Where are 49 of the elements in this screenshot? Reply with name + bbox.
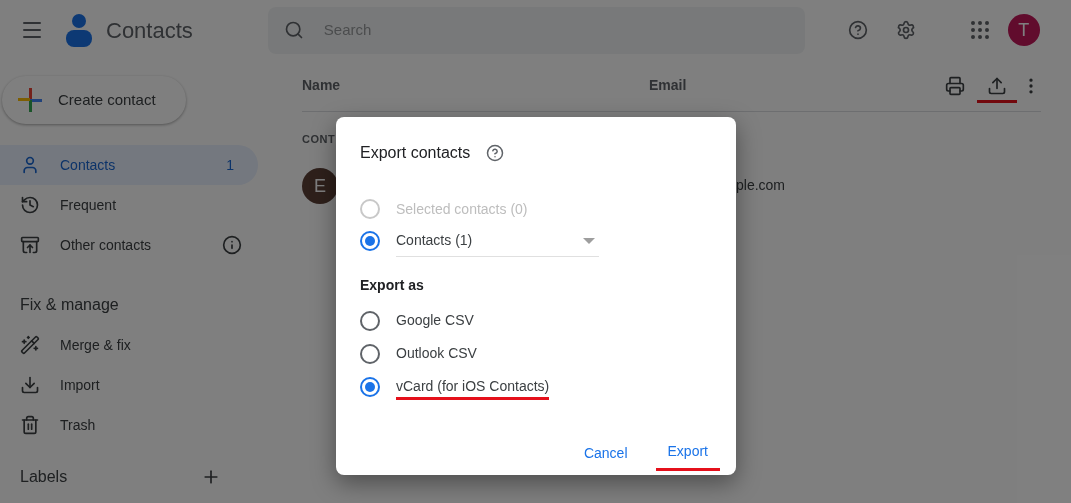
dialog-button[interactable]: Cancel <box>571 435 640 471</box>
other-icon <box>20 235 40 255</box>
radio-button[interactable] <box>360 343 380 364</box>
contacts-icon <box>20 155 40 175</box>
sidebar-item[interactable]: Import <box>0 365 260 405</box>
caret-icon <box>583 237 595 244</box>
trash-icon <box>20 415 40 435</box>
radio-button[interactable] <box>360 376 380 397</box>
option-label: Outlook CSV <box>396 344 477 363</box>
help-icon[interactable] <box>847 20 868 40</box>
dialog-button[interactable]: Export <box>655 435 720 471</box>
upload-icon <box>987 76 1007 96</box>
option-label: vCard (for iOS Contacts) <box>396 373 550 400</box>
account-avatar[interactable]: T <box>1007 14 1040 46</box>
section-label: CONT <box>302 132 337 147</box>
sidebar-item[interactable]: Merge & fix <box>0 325 260 365</box>
email-cell-text: ple.com <box>736 176 786 195</box>
radio-button[interactable] <box>360 231 380 251</box>
sidebar-item[interactable]: Other contacts <box>0 225 258 265</box>
print-icon[interactable] <box>945 75 965 96</box>
frequent-icon <box>20 195 40 215</box>
section-title: Export as <box>360 276 425 295</box>
settings-icon[interactable] <box>895 20 916 40</box>
sidebar-label: Frequent <box>60 195 118 215</box>
sidebar-label: Other contacts <box>60 235 153 255</box>
dialog-title: Export contacts <box>360 143 471 163</box>
merge-icon <box>20 335 40 355</box>
column-header: Email <box>649 76 688 95</box>
contacts-dropdown[interactable]: Contacts (1) <box>396 225 599 257</box>
contact-avatar: E <box>302 167 338 204</box>
option-label: Google CSV <box>396 311 474 330</box>
search-icon <box>283 20 304 40</box>
column-header: Name <box>302 76 342 95</box>
sidebar-item[interactable]: Contacts 1 <box>0 145 258 185</box>
section-title: Fix & manage <box>19 295 120 315</box>
person-logo-icon <box>64 13 94 47</box>
info-icon[interactable] <box>222 235 242 255</box>
contact-count: 1 <box>226 155 234 175</box>
create-contact-button[interactable]: Create contact <box>2 76 186 124</box>
sidebar-item[interactable]: Trash <box>0 405 260 445</box>
section-title: Labels <box>20 467 68 487</box>
help-icon[interactable] <box>486 144 505 162</box>
app-title: Contacts <box>106 16 193 45</box>
sidebar-item[interactable]: Frequent <box>0 185 258 225</box>
radio-button[interactable] <box>360 310 380 331</box>
plus-icon <box>18 88 42 112</box>
option-label: Selected contacts (0) <box>396 199 528 219</box>
sidebar-label: Contacts <box>60 155 117 175</box>
import-icon <box>20 375 40 395</box>
